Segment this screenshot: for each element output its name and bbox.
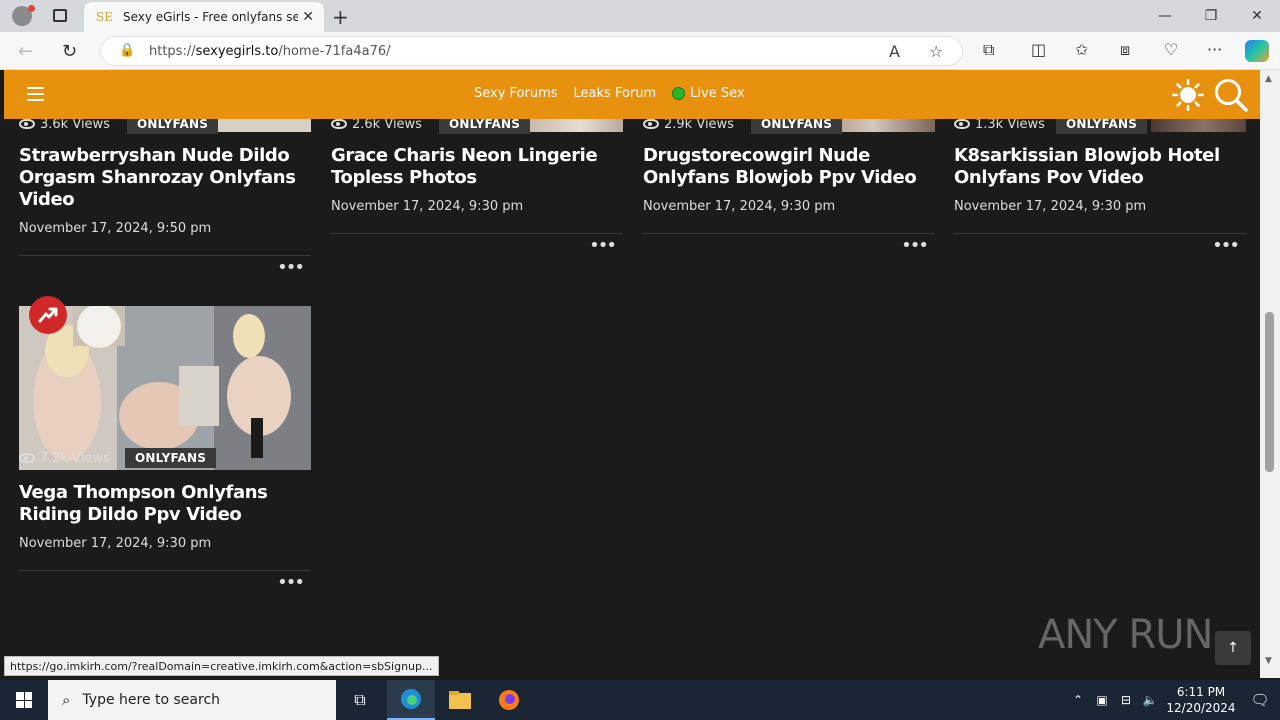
browser-tabstrip: SE Sexy eGirls - Free onlyfans sexy n ✕ …: [0, 0, 1280, 32]
post-date: November 17, 2024, 9:30 pm: [331, 199, 524, 214]
site-favicon-icon: SE: [96, 10, 113, 24]
more-dots-icon[interactable]: •••: [589, 237, 617, 255]
lock-icon[interactable]: 🔒: [119, 43, 135, 58]
file-explorer-icon[interactable]: [436, 680, 484, 720]
url-text[interactable]: https://sexyegirls.to/home-71fa4a76/: [149, 44, 391, 59]
window-controls: — ❐ ✕: [1142, 0, 1280, 32]
live-status-icon: [672, 87, 686, 100]
read-aloud-icon[interactable]: A: [889, 42, 900, 61]
start-button[interactable]: [0, 680, 48, 720]
post-date: November 17, 2024, 9:30 pm: [954, 199, 1147, 214]
volume-icon[interactable]: 🔈: [1138, 693, 1162, 707]
favorites-icon[interactable]: ✩: [1075, 40, 1088, 59]
nav-link-leaks-forum[interactable]: Leaks Forum: [574, 86, 657, 101]
more-options-icon[interactable]: ···: [1207, 40, 1222, 59]
category-badge[interactable]: ONLYFANS: [125, 448, 217, 468]
post-thumbnail[interactable]: [19, 306, 311, 470]
post-title[interactable]: K8sarkissian Blowjob Hotel Onlyfans Pov …: [954, 145, 1246, 189]
task-view-icon[interactable]: ⧉: [336, 680, 384, 720]
split-screen-icon[interactable]: ◫: [1031, 40, 1046, 59]
minimize-icon[interactable]: —: [1142, 0, 1188, 32]
extensions-icon[interactable]: ⧉: [983, 40, 994, 60]
windows-taskbar: ⌕ Type here to search ⧉ ⌃ ▣ ⊟ 🔈 6:11 PM …: [0, 680, 1280, 720]
refresh-icon[interactable]: ↻: [62, 41, 77, 62]
nav-link-sexy-forums[interactable]: Sexy Forums: [474, 86, 558, 101]
notifications-icon[interactable]: 🗨: [1240, 691, 1280, 709]
theme-toggle-sun-icon[interactable]: [1172, 79, 1204, 111]
post-card[interactable]: 7.2k Views ONLYFANS Vega Thompson Onlyfa…: [19, 296, 311, 596]
scrollbar-thumb[interactable]: [1265, 312, 1274, 472]
site-header: Sexy Forums Leaks Forum Live Sex: [4, 70, 1260, 119]
page-scrollbar[interactable]: ▲ ▼: [1260, 70, 1280, 678]
new-tab-plus-icon[interactable]: +: [332, 5, 349, 29]
edge-taskbar-icon[interactable]: [387, 680, 435, 720]
eye-icon: [19, 119, 35, 129]
network-icon[interactable]: ⊟: [1114, 693, 1138, 707]
more-dots-icon[interactable]: •••: [901, 237, 929, 255]
card-divider: [954, 233, 1246, 234]
clock-time: 6:11 PM: [1176, 685, 1226, 699]
notification-dot-icon: [28, 5, 35, 12]
clock-date: 12/20/2024: [1166, 701, 1236, 715]
eye-icon: [331, 119, 347, 129]
nav-link-live-sex-label: Live Sex: [690, 86, 745, 101]
post-date: November 17, 2024, 9:30 pm: [643, 199, 836, 214]
scroll-up-icon[interactable]: ▲: [1265, 74, 1272, 84]
browser-tab-active[interactable]: SE Sexy eGirls - Free onlyfans sexy n ✕: [84, 2, 324, 32]
more-dots-icon[interactable]: •••: [277, 574, 305, 592]
card-divider: [643, 233, 935, 234]
site-search-icon[interactable]: [1213, 77, 1249, 113]
url-bar[interactable]: 🔒 https://sexyegirls.to/home-71fa4a76/ A…: [100, 36, 963, 66]
tab-actions-icon[interactable]: [53, 9, 67, 22]
collections-icon[interactable]: ⧈: [1120, 40, 1130, 60]
more-dots-icon[interactable]: •••: [277, 259, 305, 277]
nav-link-live-sex[interactable]: Live Sex: [672, 86, 745, 101]
window-close-icon[interactable]: ✕: [1234, 0, 1280, 32]
header-nav: Sexy Forums Leaks Forum Live Sex: [474, 86, 745, 101]
tray-app-icon[interactable]: ▣: [1090, 693, 1114, 707]
card-divider: [331, 233, 623, 234]
back-arrow-icon[interactable]: ←: [18, 41, 33, 62]
taskbar-search-placeholder: Type here to search: [82, 692, 221, 708]
taskbar-clock[interactable]: 6:11 PM 12/20/2024: [1162, 684, 1240, 716]
search-magnifier-icon: ⌕: [62, 691, 71, 709]
windows-logo-icon: [16, 692, 32, 708]
favorite-star-icon[interactable]: ☆: [929, 42, 943, 61]
watermark-logo: ANY RUN: [1038, 612, 1213, 658]
post-date: November 17, 2024, 9:50 pm: [19, 221, 212, 236]
firefox-icon[interactable]: [485, 680, 533, 720]
scroll-down-icon[interactable]: ▼: [1265, 656, 1272, 666]
post-title[interactable]: Vega Thompson Onlyfans Riding Dildo Ppv …: [19, 482, 311, 526]
page-viewport: Sexy Forums Leaks Forum Live Sex 3.6k Vi…: [4, 70, 1260, 678]
eye-icon: [954, 119, 970, 129]
post-meta: 7.2k Views ONLYFANS: [19, 448, 217, 468]
post-title[interactable]: Drugstorecowgirl Nude Onlyfans Blowjob P…: [643, 145, 935, 189]
restore-icon[interactable]: ❐: [1188, 0, 1234, 32]
post-title[interactable]: Strawberryshan Nude Dildo Orgasm Shanroz…: [19, 145, 311, 211]
hamburger-menu-icon[interactable]: [27, 87, 44, 101]
tab-title: Sexy eGirls - Free onlyfans sexy n: [122, 10, 298, 24]
tray-chevron-icon[interactable]: ⌃: [1066, 693, 1090, 707]
card-divider: [19, 570, 311, 571]
post-views: 7.2k Views: [40, 450, 110, 466]
post-title[interactable]: Grace Charis Neon Lingerie Topless Photo…: [331, 145, 623, 189]
browser-essentials-icon[interactable]: ♡: [1164, 40, 1178, 59]
card-divider: [19, 255, 311, 256]
trending-icon: [29, 296, 67, 334]
status-bar-url: https://go.imkirh.com/?realDomain=creati…: [4, 656, 439, 676]
back-to-top-icon[interactable]: ↑: [1215, 631, 1251, 665]
eye-icon: [19, 453, 35, 463]
tab-close-icon[interactable]: ✕: [302, 9, 314, 25]
more-dots-icon[interactable]: •••: [1212, 237, 1240, 255]
post-date: November 17, 2024, 9:30 pm: [19, 536, 212, 551]
copilot-icon[interactable]: [1245, 40, 1269, 62]
system-tray: ⌃ ▣ ⊟ 🔈 6:11 PM 12/20/2024 🗨: [1066, 680, 1280, 720]
eye-icon: [643, 119, 659, 129]
taskbar-search[interactable]: ⌕ Type here to search: [48, 680, 336, 720]
